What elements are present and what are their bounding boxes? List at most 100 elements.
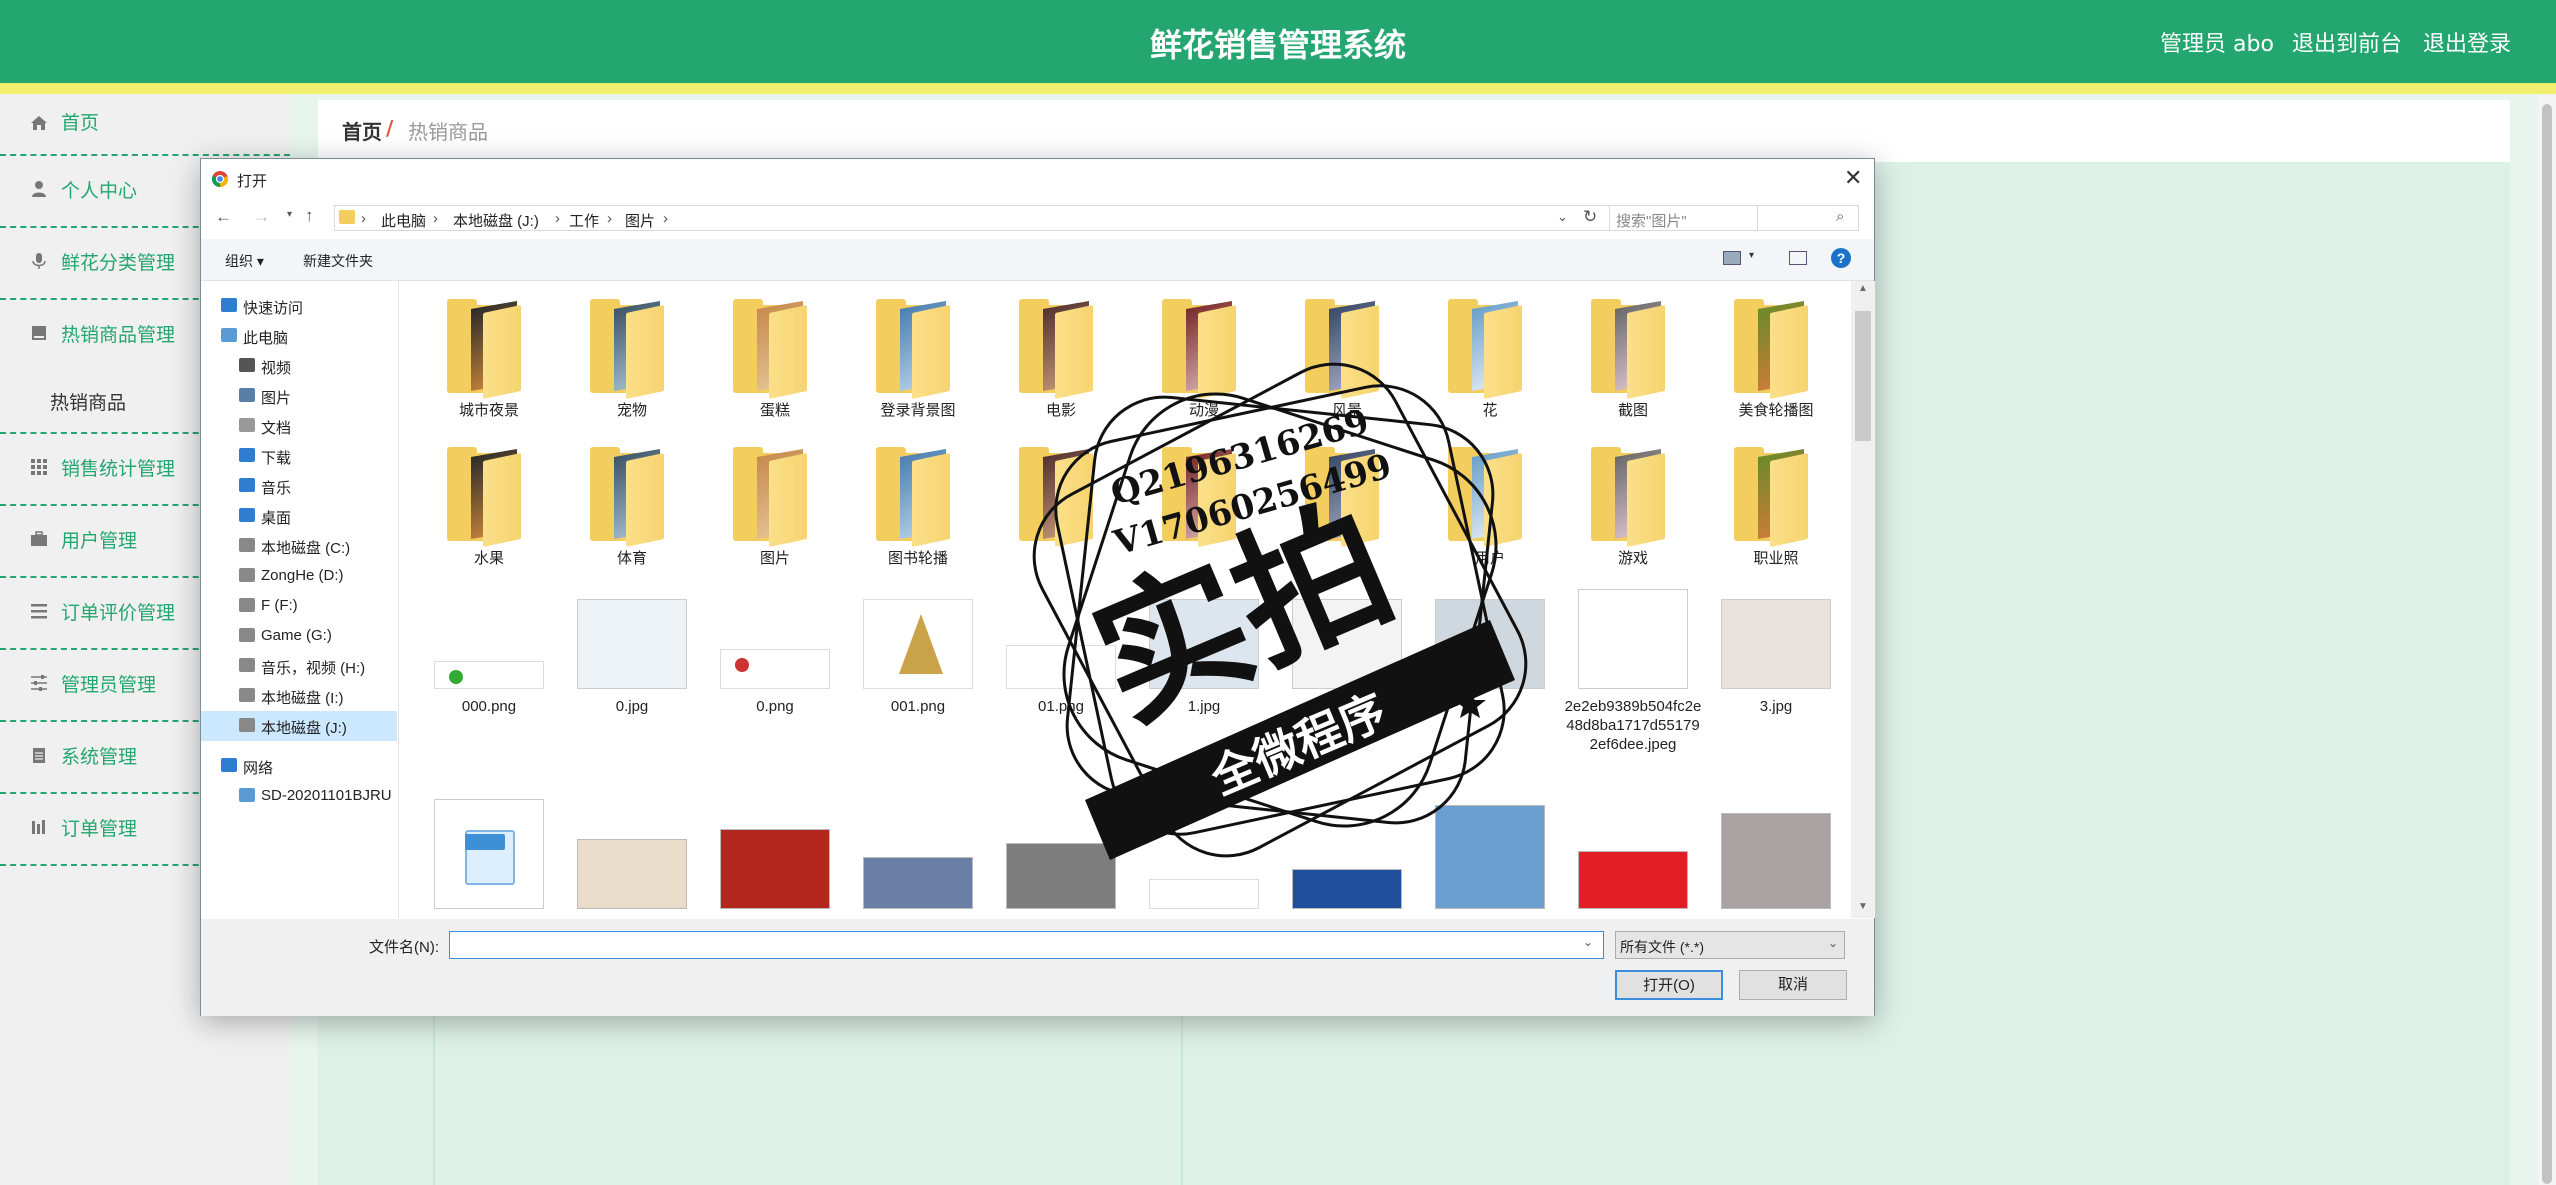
filename-dropdown-icon[interactable]: ⌄ — [1583, 935, 1593, 949]
nav-item[interactable]: 本地磁盘 (I:) — [201, 681, 397, 711]
file-item[interactable]: 3.jpg — [1706, 581, 1846, 781]
folder-icon — [1734, 447, 1814, 548]
file-thumbnail — [1578, 589, 1688, 689]
file-name: 体育 — [616, 550, 647, 567]
nav-item[interactable]: 本地磁盘 (J:) — [201, 711, 397, 741]
grid-icon — [30, 458, 48, 476]
scroll-down-icon[interactable]: ▼ — [1858, 901, 1868, 912]
folder-item[interactable]: 体育 — [562, 437, 702, 582]
nav-item-label: 文档 — [261, 420, 292, 437]
folder-item[interactable]: 游戏 — [1563, 437, 1703, 582]
nav-item[interactable]: 桌面 — [201, 501, 397, 531]
nav-item[interactable]: F (F:) — [201, 591, 397, 621]
file-item[interactable]: 000.png — [419, 581, 559, 781]
organize-button[interactable]: 组织 ▾ — [225, 251, 264, 271]
user-icon — [30, 180, 48, 198]
view-dropdown-icon[interactable]: ▾ — [1749, 250, 1754, 261]
page-scrollbar[interactable] — [2538, 94, 2556, 1185]
dialog-scrollbar[interactable]: ▲ ▼ — [1851, 281, 1875, 918]
nav-item-label: ZongHe (D:) — [261, 567, 344, 584]
dialog-footer: 文件名(N): ⌄ 所有文件 (*.*) ⌄ 打开(O) 取消 — [201, 919, 1874, 1016]
address-crumb[interactable]: 本地磁盘 (J:) — [453, 210, 539, 231]
forward-arrow-icon[interactable]: → — [253, 207, 270, 227]
nav-item[interactable]: 本地磁盘 (C:) — [201, 531, 397, 561]
nav-item[interactable]: ZongHe (D:) — [201, 561, 397, 591]
nav-item-label: F (F:) — [261, 597, 298, 614]
view-mode-icon[interactable] — [1723, 251, 1741, 265]
scroll-up-icon[interactable]: ▲ — [1858, 283, 1868, 294]
folder-item[interactable]: 城市夜景 — [419, 289, 559, 434]
breadcrumb-separator: / — [386, 116, 394, 140]
cancel-button[interactable]: 取消 — [1739, 970, 1847, 1000]
file-name: 截图 — [1617, 402, 1648, 419]
nav-item[interactable]: 音乐 — [201, 471, 397, 501]
folder-item[interactable]: 图书轮播 — [848, 437, 988, 582]
search-input[interactable]: 搜索"图片" ⌕ — [1609, 205, 1859, 231]
sidebar-label-sales-stats: 销售统计管理 — [61, 458, 176, 480]
drive-icon — [239, 718, 255, 732]
nav-item[interactable]: 视频 — [201, 351, 397, 381]
nav-item[interactable]: SD-20201101BJRU — [201, 781, 397, 811]
address-bar[interactable]: › 此电脑 › 本地磁盘 (J:) › 工作 › 图片 › ⌄ ↻ — [334, 205, 1758, 231]
logout-link[interactable]: 退出登录 — [2423, 26, 2511, 58]
up-arrow-icon[interactable]: ↑ — [305, 206, 314, 226]
folder-item[interactable]: 宠物 — [562, 289, 702, 434]
admin-user-label[interactable]: 管理员 abo — [2160, 26, 2274, 58]
recent-locations-icon[interactable]: ▾ — [287, 209, 292, 220]
filename-input[interactable] — [449, 931, 1604, 959]
folder-item[interactable]: 职业照 — [1706, 437, 1846, 582]
file-thumbnail — [720, 649, 830, 689]
file-name: 美食轮播图 — [1738, 402, 1814, 419]
file-thumbnail[interactable] — [434, 799, 544, 909]
folder-item[interactable]: 水果 — [419, 437, 559, 582]
file-item[interactable]: 0.jpg — [562, 581, 702, 781]
file-item[interactable]: 001.png — [848, 581, 988, 781]
nav-item[interactable]: Game (G:) — [201, 621, 397, 651]
refresh-icon[interactable]: ↻ — [1583, 207, 1597, 227]
nav-item[interactable]: 音乐，视频 (H:) — [201, 651, 397, 681]
file-name: 游戏 — [1617, 550, 1648, 567]
nav-item[interactable]: 下载 — [201, 441, 397, 471]
folder-item[interactable]: 蛋糕 — [705, 289, 845, 434]
help-icon[interactable]: ? — [1831, 248, 1851, 268]
sliders-icon — [30, 674, 48, 692]
file-thumbnail[interactable] — [577, 839, 687, 909]
address-crumb[interactable]: 图片 — [625, 210, 655, 231]
file-item[interactable]: 2e2eb9389b504fc2e48d8ba1717d551792ef6dee… — [1563, 581, 1703, 781]
file-thumbnail[interactable] — [863, 857, 973, 909]
file-name: 职业照 — [1753, 550, 1799, 567]
sidebar-subitem-hot-products[interactable]: 热销商品 — [50, 388, 126, 415]
open-button[interactable]: 打开(O) — [1615, 970, 1723, 1000]
preview-pane-icon[interactable] — [1789, 251, 1807, 265]
navigation-pane: 快速访问 此电脑 视频 图片文档下载 音乐 桌面 本地磁盘 (C:) ZongHe (D:) F… — [201, 281, 399, 918]
document-icon — [239, 418, 255, 432]
breadcrumb-home[interactable]: 首页 — [342, 116, 382, 145]
file-thumbnail[interactable] — [1721, 813, 1831, 909]
folder-item[interactable]: 登录背景图 — [848, 289, 988, 434]
file-thumbnail — [434, 661, 544, 689]
exit-to-frontend-link[interactable]: 退出到前台 — [2292, 26, 2402, 58]
folder-item[interactable]: 截图 — [1563, 289, 1703, 434]
new-folder-button[interactable]: 新建文件夹 — [303, 251, 373, 271]
nav-item[interactable]: 文档 — [201, 411, 397, 441]
file-thumbnail[interactable] — [720, 829, 830, 909]
nav-item[interactable]: 网络 — [201, 751, 397, 781]
folder-item[interactable]: 美食轮播图 — [1706, 289, 1846, 434]
nav-item[interactable]: 图片 — [201, 381, 397, 411]
folder-item[interactable]: 图片 — [705, 437, 845, 582]
address-dropdown-icon[interactable]: ⌄ — [1557, 209, 1568, 225]
nav-item[interactable]: 此电脑 — [201, 321, 397, 351]
dialog-title: 打开 — [237, 173, 268, 190]
file-thumbnail[interactable] — [1578, 851, 1688, 909]
back-arrow-icon[interactable]: ← — [215, 207, 232, 227]
address-crumb[interactable]: 此电脑 — [381, 210, 426, 231]
nav-item[interactable]: 快速访问 — [201, 291, 397, 321]
filetype-select[interactable]: 所有文件 (*.*) ⌄ — [1615, 931, 1845, 959]
file-item[interactable]: 0.png — [705, 581, 845, 781]
sidebar-item-home[interactable]: 首页 — [0, 94, 290, 156]
drive-icon — [239, 568, 255, 582]
close-icon[interactable]: ✕ — [1844, 165, 1862, 191]
address-crumb[interactable]: 工作 — [569, 210, 599, 231]
list-icon — [30, 602, 48, 620]
file-name: 0.png — [756, 698, 794, 715]
